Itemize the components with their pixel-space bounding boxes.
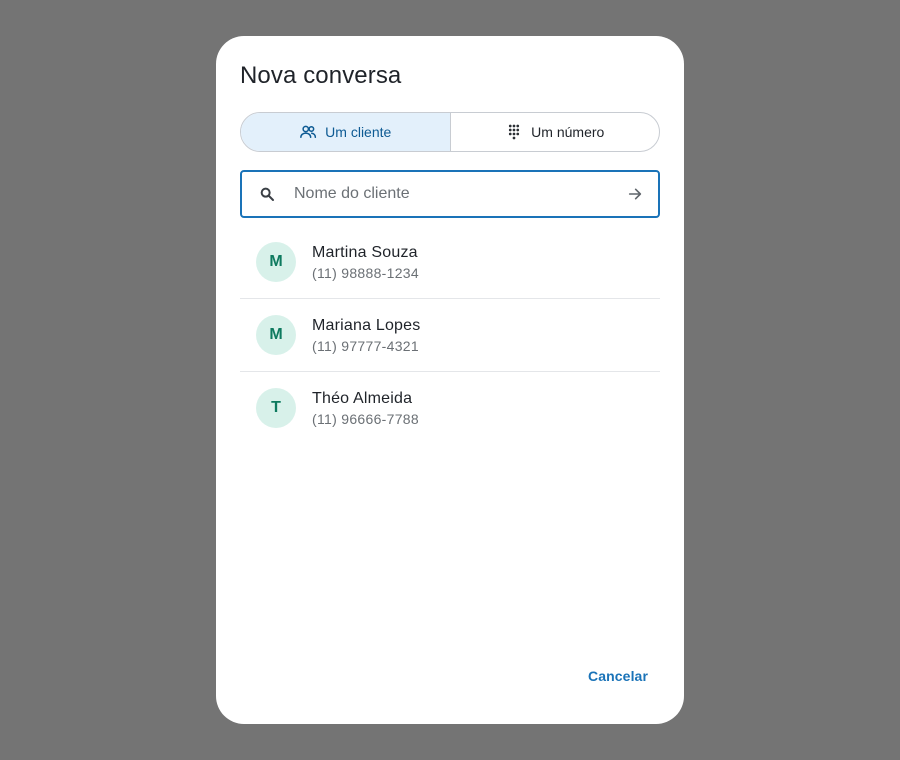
contact-name: Théo Almeida: [312, 389, 413, 407]
tab-number[interactable]: Um número: [451, 113, 660, 151]
contact-phone: (11) 98888-1234: [312, 264, 419, 281]
contact-row[interactable]: M Martina Souza (11) 98888-1234: [240, 226, 660, 299]
client-search-field: [240, 170, 660, 218]
contact-phone: (11) 96666-7788: [312, 410, 419, 427]
contact-name: Martina Souza: [312, 243, 418, 261]
client-search-input[interactable]: [290, 172, 612, 216]
avatar: M: [256, 315, 296, 355]
contact-list: M Martina Souza (11) 98888-1234 M Marian…: [240, 226, 660, 444]
search-icon: [242, 186, 290, 202]
tab-client-label: Um cliente: [325, 124, 392, 140]
avatar: T: [256, 388, 296, 428]
tab-number-label: Um número: [531, 124, 605, 140]
contact-phone: (11) 97777-4321: [312, 337, 419, 354]
cancel-button[interactable]: Cancelar: [576, 662, 660, 690]
dialpad-icon: [505, 123, 523, 141]
recipient-type-toggle: Um cliente Um número: [240, 112, 660, 152]
contact-row[interactable]: M Mariana Lopes (11) 97777-4321: [240, 299, 660, 372]
contact-row[interactable]: T Théo Almeida (11) 96666-7788: [240, 372, 660, 444]
people-icon: [299, 123, 317, 141]
new-conversation-dialog: Nova conversa Um cliente Um número Nome …: [216, 36, 684, 724]
contact-name: Mariana Lopes: [312, 316, 421, 334]
arrow-forward-icon[interactable]: [612, 186, 658, 202]
tab-client[interactable]: Um cliente: [241, 113, 451, 151]
avatar: M: [256, 242, 296, 282]
dialog-title: Nova conversa: [240, 62, 402, 89]
